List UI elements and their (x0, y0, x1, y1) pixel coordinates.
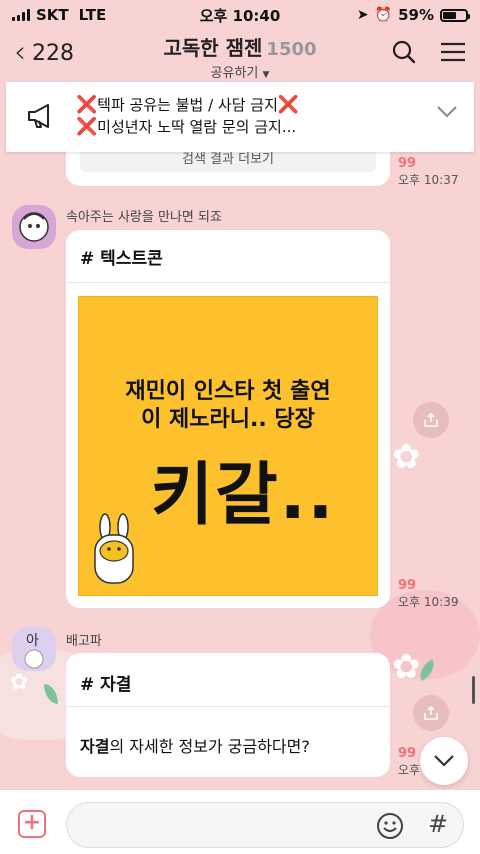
image-text-line-2: 이 제노라니.. 당장 (141, 407, 315, 432)
notice-banner[interactable]: ❌텍파 공유는 불법 / 사담 금지❌ ❌미성년자 노딱 열람 문의 금지... (6, 82, 474, 152)
share-icon (424, 412, 438, 427)
share-label: 공유하기 (210, 66, 259, 81)
chat-header: ‹ 228 고독한 잼젠 1500 공유하기 ▼ (0, 30, 480, 81)
member-count: 1500 (266, 39, 317, 60)
avatar[interactable]: 아 (12, 627, 56, 671)
sender-name: 배고파 (66, 634, 102, 649)
message-time: 오후 10:37 (398, 173, 459, 187)
share-icon (424, 705, 438, 720)
divider (66, 282, 390, 283)
chat-title: 고독한 잼젠 (163, 36, 263, 60)
cross-mark-icon: ❌ (277, 95, 300, 115)
emoji-icon[interactable] (376, 812, 404, 844)
sender-name: 속아주는 사랑을 만나면 되죠 (66, 210, 222, 225)
cross-mark-icon: ❌ (76, 117, 98, 137)
unread-count: 99 (398, 578, 417, 593)
message-meta: 99 오후 10:39 (398, 578, 458, 610)
notice-line-2: ❌미성년자 노딱 열람 문의 금지... (76, 117, 297, 137)
flower-decoration: ✿ (392, 437, 421, 477)
share-button[interactable] (413, 695, 449, 731)
message-input-bar: + # (0, 790, 480, 854)
card-body-keyword: 자결 (80, 737, 110, 756)
battery-fill (443, 11, 456, 19)
scroll-to-bottom-button[interactable] (420, 737, 468, 785)
plus-icon[interactable]: + (18, 810, 46, 838)
caret-down-icon: ▼ (262, 70, 270, 80)
emoticon-image[interactable]: 재민이 인스타 첫 출연 이 제노라니.. 당장 키갈.. (78, 296, 378, 596)
text-emoticon-card[interactable]: # 텍스트콘 재민이 인스타 첫 출연 이 제노라니.. 당장 키갈.. (66, 230, 390, 608)
keyword-info-card[interactable]: # 자결 자결의 자세한 정보가 궁금하다면? (66, 653, 390, 777)
notice-line-1: ❌텍파 공유는 불법 / 사담 금지❌ (76, 95, 300, 115)
chevron-down-icon (434, 755, 454, 767)
megaphone-icon (26, 102, 56, 134)
hash-icon[interactable]: # (428, 810, 448, 838)
search-icon[interactable] (392, 40, 416, 68)
status-time: 오후 10:40 (199, 7, 281, 25)
message-input[interactable] (66, 802, 464, 848)
menu-icon[interactable] (440, 41, 466, 67)
unread-count: 99 (398, 156, 417, 171)
card-tag: # 자결 (80, 675, 132, 695)
card-body: 자결의 자세한 정보가 궁금하다면? (80, 733, 310, 757)
avatar-text: 아 (26, 633, 39, 649)
flower-decoration: ✿ (392, 647, 421, 687)
muzi-character-icon (91, 513, 137, 589)
battery-icon (440, 8, 470, 22)
avatar[interactable] (12, 205, 56, 249)
chevron-down-icon[interactable] (436, 104, 458, 123)
share-button[interactable] (413, 402, 449, 438)
message-meta: 99 오후 10:37 (398, 156, 458, 188)
scrollbar[interactable] (472, 676, 475, 704)
status-bar: SKT LTE 오후 10:40 ➤ ⏰ 59% (0, 0, 480, 30)
flower-decoration: ✿ (10, 670, 29, 695)
message-time: 오후 10:39 (398, 595, 459, 609)
cross-mark-icon: ❌ (76, 95, 98, 115)
card-body-rest: 의 자세한 정보가 궁금하다면? (109, 737, 310, 756)
image-text-line-3: 키갈.. (150, 456, 336, 535)
card-tag: # 텍스트콘 (80, 249, 163, 269)
divider (66, 706, 390, 707)
